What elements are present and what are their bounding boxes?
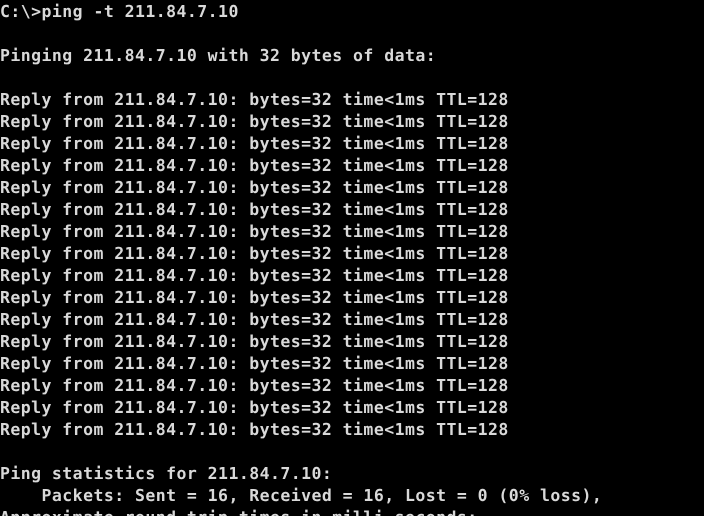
ping-reply-line: Reply from 211.84.7.10: bytes=32 time<1m… [0, 200, 509, 219]
ping-reply-line: Reply from 211.84.7.10: bytes=32 time<1m… [0, 376, 509, 395]
ping-statistics-title: Ping statistics for 211.84.7.10: [0, 464, 333, 483]
ping-reply-line: Reply from 211.84.7.10: bytes=32 time<1m… [0, 90, 509, 109]
ping-reply-line: Reply from 211.84.7.10: bytes=32 time<1m… [0, 310, 509, 329]
command-prompt-console[interactable]: C:\>ping -t 211.84.7.10 Pinging 211.84.7… [0, 0, 704, 516]
console-output: C:\>ping -t 211.84.7.10 Pinging 211.84.7… [0, 1, 704, 516]
ping-reply-line: Reply from 211.84.7.10: bytes=32 time<1m… [0, 222, 509, 241]
ping-reply-line: Reply from 211.84.7.10: bytes=32 time<1m… [0, 134, 509, 153]
ping-reply-line: Reply from 211.84.7.10: bytes=32 time<1m… [0, 332, 509, 351]
ping-reply-line: Reply from 211.84.7.10: bytes=32 time<1m… [0, 288, 509, 307]
ping-statistics-packets: Packets: Sent = 16, Received = 16, Lost … [0, 486, 603, 505]
ping-reply-line: Reply from 211.84.7.10: bytes=32 time<1m… [0, 354, 509, 373]
ping-reply-line: Reply from 211.84.7.10: bytes=32 time<1m… [0, 266, 509, 285]
ping-reply-line: Reply from 211.84.7.10: bytes=32 time<1m… [0, 156, 509, 175]
ping-reply-line: Reply from 211.84.7.10: bytes=32 time<1m… [0, 244, 509, 263]
ping-reply-line: Reply from 211.84.7.10: bytes=32 time<1m… [0, 398, 509, 417]
ping-reply-line: Reply from 211.84.7.10: bytes=32 time<1m… [0, 420, 509, 439]
ping-rtt-header: Approximate round trip times in milli-se… [0, 507, 704, 516]
ping-reply-line: Reply from 211.84.7.10: bytes=32 time<1m… [0, 178, 509, 197]
prompt-command-line: C:\>ping -t 211.84.7.10 [0, 2, 239, 21]
ping-reply-line: Reply from 211.84.7.10: bytes=32 time<1m… [0, 112, 509, 131]
ping-header-line: Pinging 211.84.7.10 with 32 bytes of dat… [0, 46, 437, 65]
